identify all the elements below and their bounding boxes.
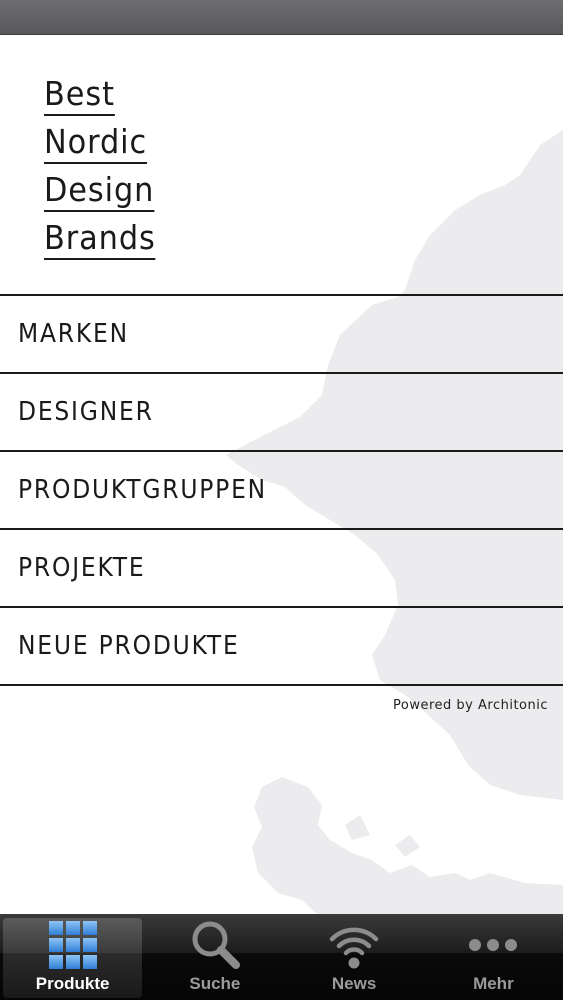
tab-bar: Produkte Suche News Mehr (0, 914, 563, 1000)
tab-news[interactable]: News (285, 914, 424, 1000)
menu-item-projekte[interactable]: PROJEKTE (0, 530, 563, 608)
menu-item-label: MARKEN (18, 319, 129, 349)
menu-item-produktgruppen[interactable]: PRODUKTGRUPPEN (0, 452, 563, 530)
menu-item-label: NEUE PRODUKTE (18, 631, 240, 661)
grid-icon (45, 918, 101, 972)
menu-item-marken[interactable]: MARKEN (0, 296, 563, 374)
brand-logo[interactable]: Best Nordic Design Brands (44, 74, 165, 266)
menu-item-label: PROJEKTE (18, 553, 146, 583)
tab-label: Produkte (35, 974, 110, 993)
logo-line-best: Best (44, 74, 115, 116)
wifi-icon (326, 918, 382, 972)
status-bar (0, 0, 563, 35)
magnifier-icon (187, 918, 243, 972)
tab-produkte[interactable]: Produkte (3, 918, 143, 998)
more-dots-icon (465, 918, 521, 972)
logo-line-design: Design (44, 170, 155, 212)
powered-by-text[interactable]: Powered by Architonic (393, 698, 548, 713)
menu-item-label: PRODUKTGRUPPEN (18, 475, 267, 505)
tab-label: News (331, 974, 377, 993)
logo-line-brands: Brands (44, 218, 156, 260)
main-menu: MARKEN DESIGNER PRODUKTGRUPPEN PROJEKTE … (0, 294, 563, 686)
tab-label: Mehr (473, 974, 514, 993)
menu-item-designer[interactable]: DESIGNER (0, 374, 563, 452)
menu-item-label: DESIGNER (18, 397, 154, 427)
tab-mehr[interactable]: Mehr (424, 914, 563, 1000)
tab-suche[interactable]: Suche (145, 914, 284, 1000)
menu-item-neue-produkte[interactable]: NEUE PRODUKTE (0, 608, 563, 686)
tab-label: Suche (189, 974, 241, 993)
logo-line-nordic: Nordic (44, 122, 148, 164)
